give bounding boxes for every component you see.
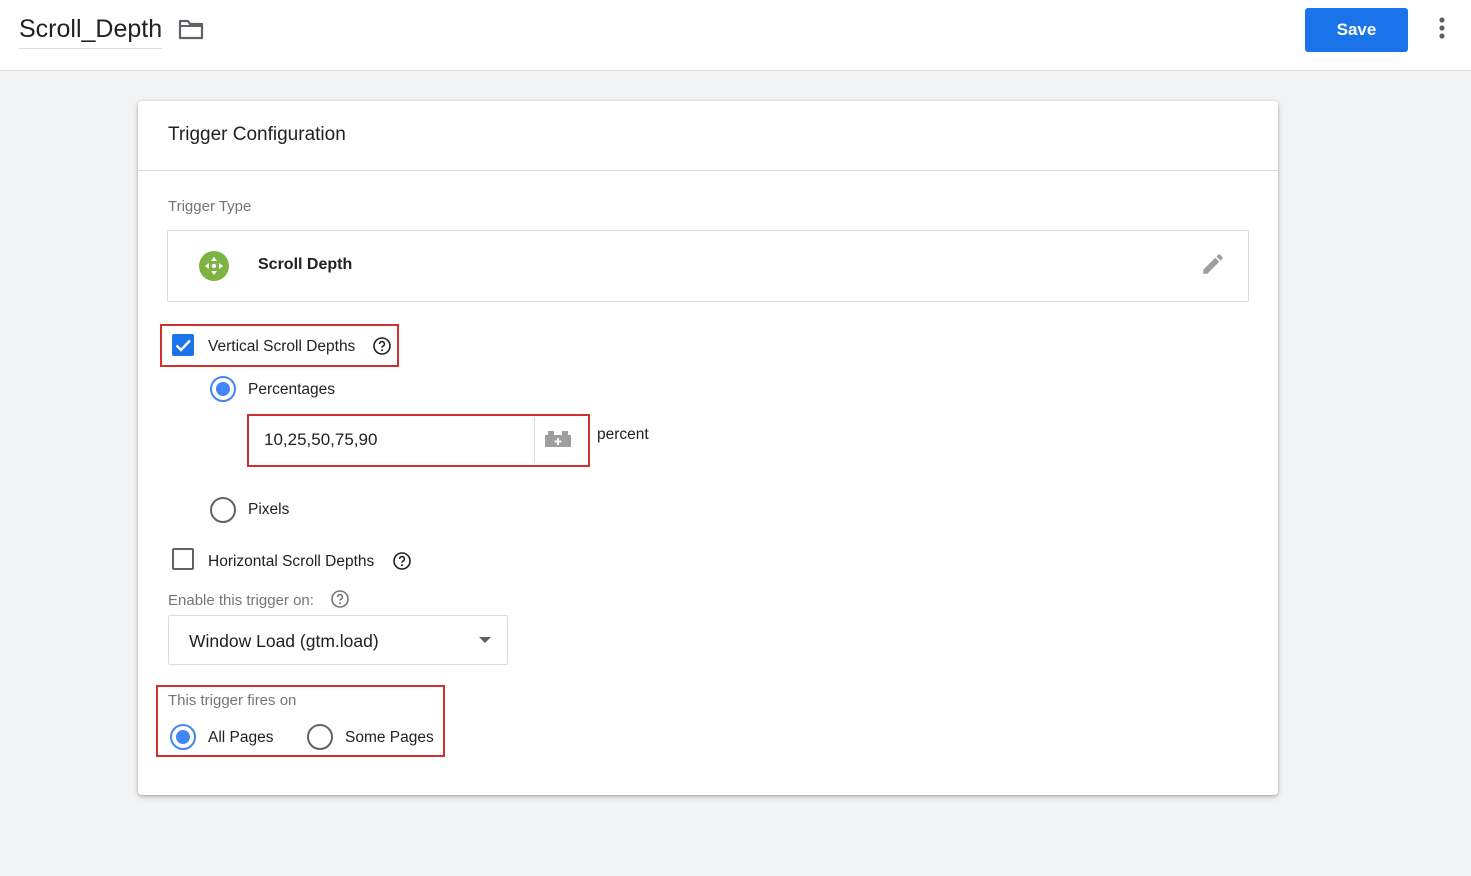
fires-on-label: This trigger fires on <box>168 692 297 709</box>
top-bar: Scroll_Depth Save <box>0 0 1471 71</box>
horizontal-scroll-label: Horizontal Scroll Depths <box>208 553 375 570</box>
enable-trigger-select[interactable]: Window Load (gtm.load) <box>168 615 508 665</box>
folder-icon[interactable] <box>178 18 204 40</box>
help-icon[interactable] <box>392 551 412 571</box>
horizontal-scroll-checkbox[interactable] <box>172 548 194 570</box>
save-button[interactable]: Save <box>1305 8 1408 52</box>
help-icon[interactable] <box>372 336 392 356</box>
vertical-scroll-checkbox[interactable] <box>172 334 194 356</box>
dropdown-arrow-icon <box>479 637 491 643</box>
pixels-label: Pixels <box>248 501 290 518</box>
more-vert-icon[interactable] <box>1432 16 1452 42</box>
help-icon[interactable] <box>330 589 350 609</box>
enable-trigger-label: Enable this trigger on: <box>168 592 314 609</box>
page-title[interactable]: Scroll_Depth <box>19 15 163 49</box>
variable-brick-icon[interactable] <box>543 429 573 449</box>
enable-trigger-value: Window Load (gtm.load) <box>189 631 379 651</box>
percentages-value: 10,25,50,75,90 <box>264 430 378 449</box>
vertical-scroll-label: Vertical Scroll Depths <box>208 338 356 355</box>
card-title: Trigger Configuration <box>168 124 346 145</box>
edit-pencil-icon[interactable] <box>1200 251 1226 277</box>
check-icon <box>175 339 191 352</box>
pixels-radio[interactable] <box>210 497 236 523</box>
trigger-type-name: Scroll Depth <box>258 256 353 273</box>
trigger-configuration-card: Trigger Configuration Trigger Type Scrol… <box>138 101 1278 795</box>
trigger-type-label: Trigger Type <box>168 198 252 215</box>
trigger-type-selector[interactable]: Scroll Depth <box>167 230 1249 302</box>
all-pages-radio[interactable] <box>170 724 196 750</box>
all-pages-label: All Pages <box>208 729 274 746</box>
percentages-label: Percentages <box>248 381 336 398</box>
some-pages-radio[interactable] <box>307 724 333 750</box>
scroll-depth-icon <box>199 251 229 281</box>
card-header: Trigger Configuration <box>138 101 1278 171</box>
percent-unit-label: percent <box>597 426 649 443</box>
percentages-radio[interactable] <box>210 376 236 402</box>
percentages-input[interactable]: 10,25,50,75,90 <box>250 417 535 463</box>
some-pages-label: Some Pages <box>345 729 434 746</box>
